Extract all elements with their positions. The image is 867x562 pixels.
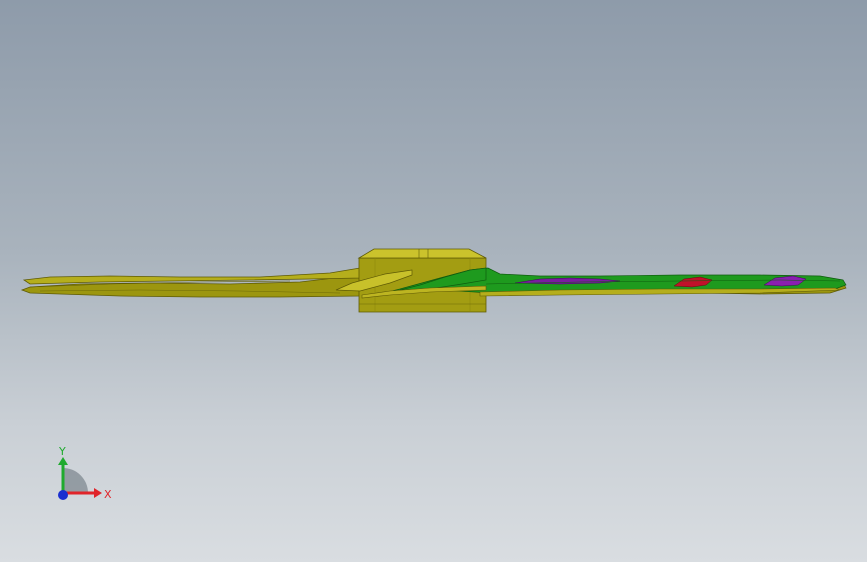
propeller-model[interactable]	[20, 248, 847, 313]
y-axis-label: Y	[58, 445, 66, 458]
x-axis-arrow-icon	[94, 488, 102, 498]
y-axis-arrow-icon	[58, 457, 68, 465]
x-axis-label: X	[104, 488, 112, 501]
triad-rotation-arc	[63, 468, 88, 493]
hub-top-bevel	[357, 248, 487, 259]
z-axis-dot-icon	[58, 490, 68, 500]
coordinate-triad: X Y	[58, 445, 112, 501]
left-blade	[20, 267, 361, 298]
3d-viewport[interactable]	[0, 0, 867, 562]
